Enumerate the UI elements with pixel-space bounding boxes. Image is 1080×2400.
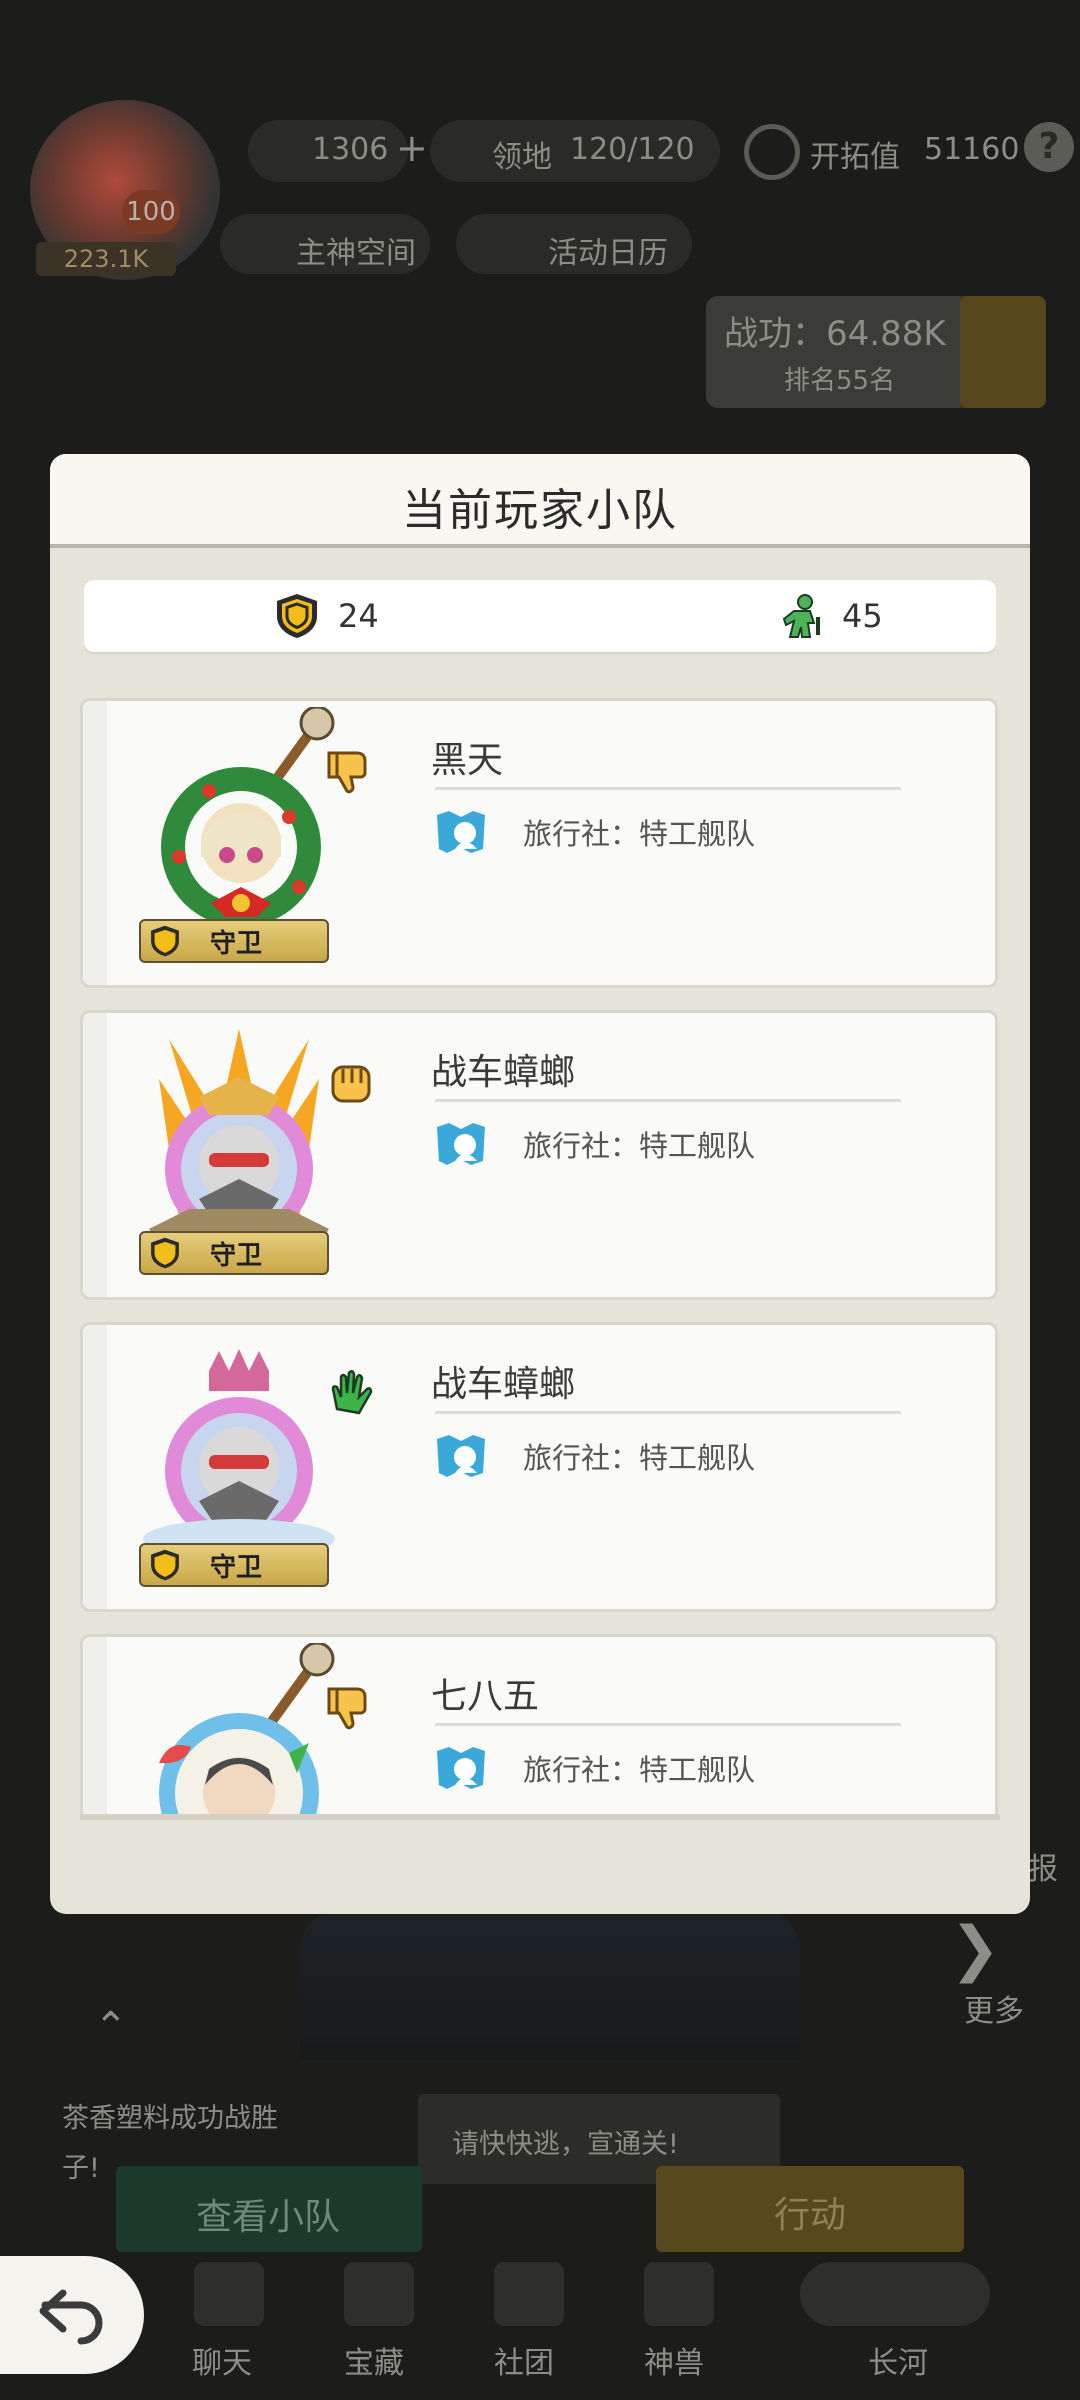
war-power-label: 战功：64.88K [724, 314, 946, 354]
role-label: 守卫 [209, 1240, 262, 1271]
member-name: 黑天 [431, 740, 504, 781]
explore-icon [744, 124, 800, 180]
map-scene [300, 1910, 800, 2060]
more-label[interactable]: 更多 [964, 1986, 1024, 2030]
report-label[interactable]: 报 [1028, 1844, 1058, 1888]
territory-value: 120/120 [570, 132, 695, 167]
thumbs-down-icon [327, 1687, 367, 1730]
shield-icon [277, 594, 317, 638]
back-button[interactable] [0, 2256, 144, 2374]
guild-flag-icon [437, 1747, 485, 1789]
member-card[interactable]: 守卫 黑天 旅行社：特工舰队 [80, 698, 998, 988]
guild-flag-icon [437, 1435, 485, 1477]
list-bottom-edge [80, 1814, 1000, 1820]
guild-label: 旅行社：特工舰队 [523, 1441, 756, 1475]
link-main-space-label: 主神空间 [296, 236, 416, 271]
club-tab-icon[interactable] [494, 2262, 564, 2326]
explore-label: 开拓值 [810, 140, 900, 175]
team-member-list[interactable]: 守卫 黑天 旅行社：特工舰队 守卫 战车蟑螂 旅行社：特工舰队 守卫 战车蟑螂 … [80, 698, 1000, 1816]
defense-stat: 24 [274, 580, 379, 652]
help-icon[interactable]: ? [1024, 122, 1074, 172]
modal-header: 当前玩家小队 [50, 454, 1030, 548]
player-level-badge: 100 [122, 190, 180, 234]
chat-tab-icon[interactable] [194, 2262, 264, 2326]
member-name: 战车蟑螂 [431, 1364, 576, 1405]
divider [435, 1099, 901, 1102]
link-calendar-label: 活动日历 [548, 236, 668, 271]
add-stone-icon[interactable]: + [396, 126, 428, 170]
role-label: 守卫 [209, 928, 262, 959]
game-screen: 100 223.1K 1306 + 领地 120/120 开拓值 51160 ?… [0, 0, 1080, 2400]
role-badge: 守卫 [139, 1543, 329, 1587]
war-badge-icon [960, 296, 1046, 408]
view-team-label: 查看小队 [196, 2197, 341, 2238]
tab-treasure[interactable]: 宝藏 [344, 2338, 404, 2382]
defense-value: 24 [338, 597, 379, 635]
guild-flag-icon [437, 1123, 485, 1165]
toast-text: 请快快逃，宣通关! [452, 2129, 679, 2160]
guild-flag-icon [437, 811, 485, 853]
action-label: 行动 [774, 2195, 847, 2236]
more-arrow-icon[interactable]: ❯ [950, 1914, 1000, 1984]
members-value: 45 [842, 597, 883, 635]
modal-title: 当前玩家小队 [402, 485, 678, 536]
member-name: 战车蟑螂 [431, 1052, 576, 1093]
back-arrow-icon [39, 2289, 103, 2345]
collapse-chevron-icon[interactable]: ⌃ [94, 2004, 128, 2050]
guild-label: 旅行社：特工舰队 [523, 1753, 756, 1787]
thumbs-down-icon [327, 751, 367, 794]
beast-tab-icon[interactable] [644, 2262, 714, 2326]
member-card[interactable]: 守卫 七八五 旅行社：特工舰队 [80, 1634, 998, 1816]
divider [435, 1411, 901, 1414]
fist-icon [331, 1065, 371, 1103]
member-portrait-beach [159, 1643, 335, 1816]
explore-value: 51160 [924, 132, 1020, 167]
open-hand-icon [331, 1370, 373, 1415]
chat-preview-2: 子! [62, 2153, 100, 2184]
guild-label: 旅行社：特工舰队 [523, 817, 756, 851]
member-card[interactable]: 守卫 战车蟑螂 旅行社：特工舰队 [80, 1010, 998, 1300]
role-badge: 守卫 [139, 919, 329, 963]
tab-club[interactable]: 社团 [494, 2338, 554, 2382]
treasure-tab-icon[interactable] [344, 2262, 414, 2326]
chat-preview[interactable]: 茶香塑料成功战胜 [62, 2096, 278, 2135]
members-icon [782, 594, 820, 638]
tab-beast[interactable]: 神兽 [644, 2338, 704, 2382]
territory-label: 领地 [492, 140, 552, 175]
divider [435, 787, 901, 790]
rank-text: 排名55名 [784, 366, 896, 396]
tab-chat[interactable]: 聊天 [192, 2338, 252, 2382]
divider [435, 1723, 901, 1726]
team-stats-bar: 24 45 [84, 580, 996, 652]
role-badge: 守卫 [139, 1231, 329, 1275]
member-card[interactable]: 守卫 战车蟑螂 旅行社：特工舰队 [80, 1322, 998, 1612]
river-tab-icon[interactable] [800, 2262, 990, 2326]
members-stat: 45 [774, 580, 883, 652]
role-label: 守卫 [209, 1552, 262, 1583]
stone-count: 1306 [312, 132, 389, 167]
player-power-tag: 223.1K [36, 242, 176, 276]
team-modal: 当前玩家小队 24 45 守卫 黑天 旅行社：特工舰队 守卫 战车蟑螂 旅行社：… [50, 454, 1030, 1914]
guild-label: 旅行社：特工舰队 [523, 1129, 756, 1163]
member-name: 七八五 [431, 1676, 540, 1717]
tab-river[interactable]: 长河 [868, 2338, 928, 2382]
